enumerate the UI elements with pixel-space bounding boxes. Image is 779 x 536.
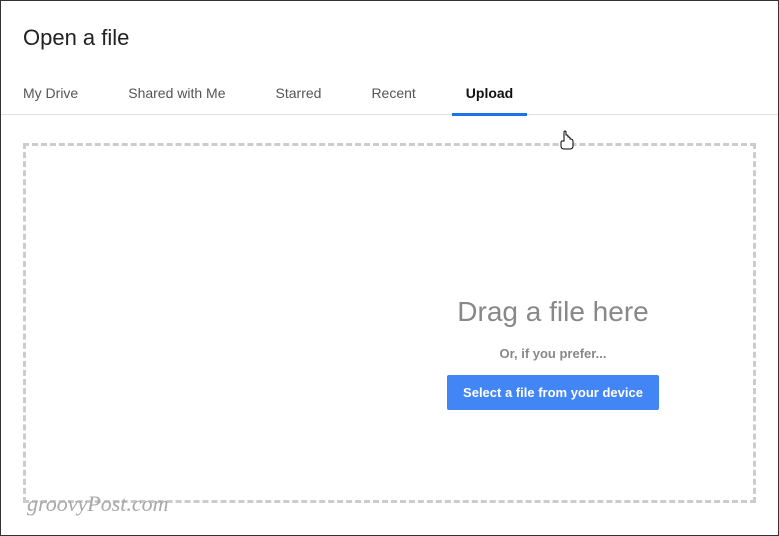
drag-subtext: Or, if you prefer...	[423, 346, 683, 361]
dialog-title: Open a file	[1, 1, 778, 51]
dropzone-container: Drag a file here Or, if you prefer... Se…	[1, 115, 778, 503]
drop-content: Drag a file here Or, if you prefer... Se…	[423, 296, 683, 410]
dialog-frame: Open a file My Drive Shared with Me Star…	[0, 0, 779, 536]
tab-starred[interactable]: Starred	[276, 85, 322, 115]
tab-recent[interactable]: Recent	[371, 85, 415, 115]
tab-upload[interactable]: Upload	[466, 85, 513, 115]
tab-shared-with-me[interactable]: Shared with Me	[128, 85, 225, 115]
tab-list: My Drive Shared with Me Starred Recent U…	[1, 51, 778, 115]
select-file-button[interactable]: Select a file from your device	[447, 375, 659, 410]
drag-heading: Drag a file here	[423, 296, 683, 328]
upload-dropzone[interactable]: Drag a file here Or, if you prefer... Se…	[23, 143, 756, 503]
tab-my-drive[interactable]: My Drive	[23, 85, 78, 115]
watermark-text: groovyPost.com	[27, 491, 169, 517]
